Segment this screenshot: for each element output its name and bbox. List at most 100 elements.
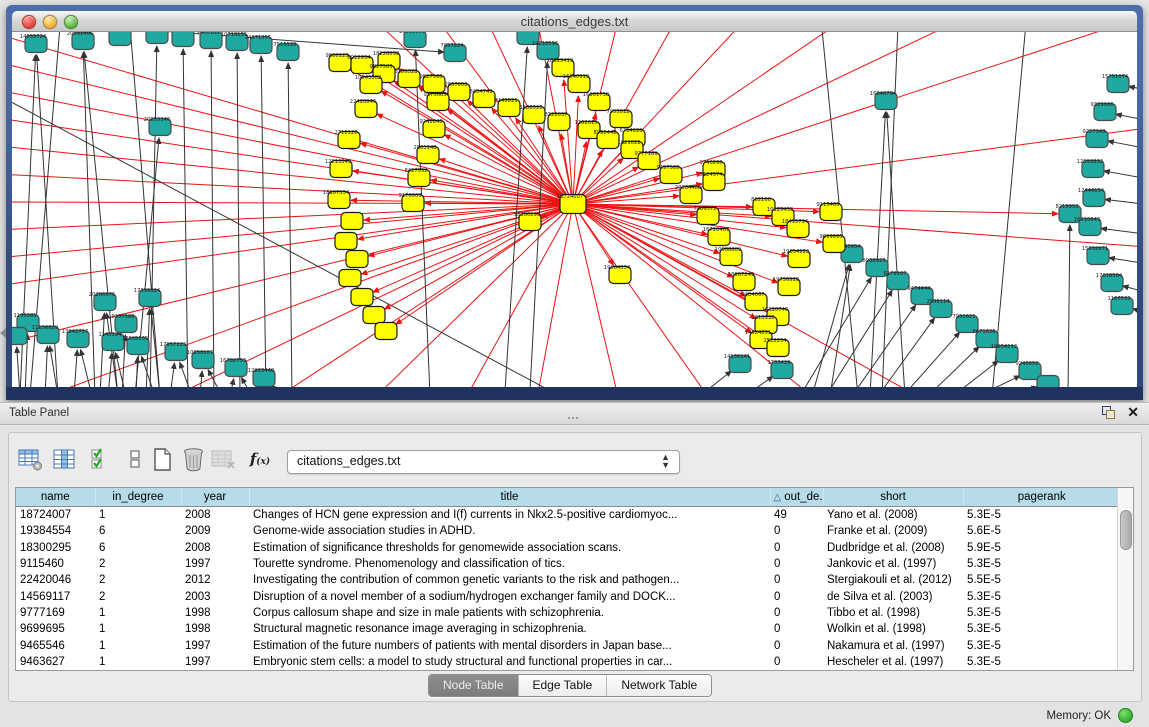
- table-cell[interactable]: Tibbo et al. (1998): [823, 605, 963, 621]
- table-cell[interactable]: Nakamura et al. (1997): [823, 637, 963, 653]
- table-cell[interactable]: Changes of HCN gene expression and I(f) …: [249, 507, 770, 524]
- table-panel-header[interactable]: Table Panel ✕: [0, 402, 1149, 425]
- table-cell[interactable]: de Silva et al. (2003): [823, 588, 963, 604]
- graph-node[interactable]: [351, 289, 373, 306]
- table-cell[interactable]: 1: [95, 507, 181, 524]
- function-builder-icon[interactable]: f(x): [246, 445, 274, 473]
- table-cell[interactable]: 0: [770, 572, 823, 588]
- table-cell[interactable]: 19384554: [16, 523, 95, 539]
- table-cell[interactable]: Estimation of the future numbers of pati…: [249, 637, 770, 653]
- table-cell[interactable]: 1998: [181, 605, 249, 621]
- table-cell[interactable]: 18724007: [16, 507, 95, 524]
- network-window-titlebar[interactable]: citations_edges.txt: [12, 11, 1137, 32]
- table-cell[interactable]: 0: [770, 637, 823, 653]
- table-cell[interactable]: 5.9E-5: [963, 540, 1120, 556]
- table-row[interactable]: 1872400712008Changes of HCN gene express…: [16, 507, 1120, 524]
- column-header-out-de-[interactable]: △out_de...: [770, 488, 823, 507]
- delete-column-icon[interactable]: [179, 445, 207, 473]
- table-cell[interactable]: 0: [770, 605, 823, 621]
- table-cell[interactable]: 5.3E-5: [963, 621, 1120, 637]
- table-cell[interactable]: 49: [770, 507, 823, 524]
- table-cell[interactable]: 0: [770, 621, 823, 637]
- table-cell[interactable]: 14569117: [16, 588, 95, 604]
- column-header-in-degree[interactable]: in_degree: [95, 488, 181, 507]
- table-row[interactable]: 946362711997Embryonic stem cells: a mode…: [16, 654, 1120, 670]
- table-cell[interactable]: 22420046: [16, 572, 95, 588]
- graph-node[interactable]: [341, 213, 363, 230]
- table-row[interactable]: 911546021997Tourette syndrome. Phenomeno…: [16, 556, 1120, 572]
- memory-status-icon[interactable]: [1118, 708, 1133, 723]
- column-header-year[interactable]: year: [181, 488, 249, 507]
- table-cell[interactable]: Yano et al. (2008): [823, 507, 963, 524]
- splitter-collapse-icon[interactable]: [0, 328, 6, 338]
- table-cell[interactable]: 9463627: [16, 654, 95, 670]
- network-canvas[interactable]: 1405572420691406106532871527602946616010…: [12, 32, 1137, 387]
- table-cell[interactable]: 0: [770, 556, 823, 572]
- table-cell[interactable]: 6: [95, 540, 181, 556]
- table-cell[interactable]: Franke et al. (2009): [823, 523, 963, 539]
- table-cell[interactable]: 9115460: [16, 556, 95, 572]
- table-cell[interactable]: 5.3E-5: [963, 507, 1120, 524]
- table-row[interactable]: 946554611997Estimation of the future num…: [16, 637, 1120, 653]
- graph-node[interactable]: [339, 270, 361, 287]
- clear-selection-icon[interactable]: [121, 445, 149, 473]
- graph-node[interactable]: [335, 233, 357, 250]
- table-cell[interactable]: 2009: [181, 523, 249, 539]
- table-cell[interactable]: 2: [95, 572, 181, 588]
- tab-network-table[interactable]: Network Table: [607, 675, 711, 696]
- table-cell[interactable]: 2: [95, 588, 181, 604]
- column-header-name[interactable]: name: [16, 488, 95, 507]
- table-cell[interactable]: 9699695: [16, 621, 95, 637]
- table-cell[interactable]: 9777169: [16, 605, 95, 621]
- table-cell[interactable]: 1997: [181, 637, 249, 653]
- table-cell[interactable]: 1997: [181, 654, 249, 670]
- table-cell[interactable]: 2012: [181, 572, 249, 588]
- table-cell[interactable]: Estimation of significance thresholds fo…: [249, 540, 770, 556]
- table-cell[interactable]: Tourette syndrome. Phenomenology and cla…: [249, 556, 770, 572]
- table-selector-dropdown[interactable]: citations_edges.txt ▲▼: [287, 450, 680, 474]
- table-cell[interactable]: 6: [95, 523, 181, 539]
- table-scrollbar[interactable]: [1117, 488, 1133, 670]
- node-table[interactable]: namein_degreeyeartitle△out_de...shortpag…: [15, 487, 1134, 671]
- tab-node-table[interactable]: Node Table: [429, 675, 519, 696]
- splitter-grip[interactable]: [567, 416, 579, 421]
- table-row[interactable]: 1938455462009Genome-wide association stu…: [16, 523, 1120, 539]
- table-row[interactable]: 977716911998Corpus callosum shape and si…: [16, 605, 1120, 621]
- table-cell[interactable]: 2008: [181, 507, 249, 524]
- tab-edge-table[interactable]: Edge Table: [519, 675, 608, 696]
- graph-node[interactable]: [12, 328, 27, 345]
- graph-node[interactable]: [172, 32, 194, 47]
- table-cell[interactable]: Embryonic stem cells: a model to study s…: [249, 654, 770, 670]
- table-cell[interactable]: 1998: [181, 621, 249, 637]
- graph-node[interactable]: [375, 323, 397, 340]
- table-cell[interactable]: 1: [95, 654, 181, 670]
- graph-node[interactable]: [346, 251, 368, 268]
- table-row[interactable]: 1456911722003Disruption of a novel membe…: [16, 588, 1120, 604]
- graph-node[interactable]: [146, 32, 168, 44]
- table-cell[interactable]: 2008: [181, 540, 249, 556]
- table-cell[interactable]: Disruption of a novel member of a sodium…: [249, 588, 770, 604]
- table-cell[interactable]: Wolkin et al. (1998): [823, 621, 963, 637]
- table-cell[interactable]: Corpus callosum shape and size in male p…: [249, 605, 770, 621]
- table-cell[interactable]: Stergiakouli et al. (2012): [823, 572, 963, 588]
- table-row[interactable]: 1830029562008Estimation of significance …: [16, 540, 1120, 556]
- table-cell[interactable]: 2003: [181, 588, 249, 604]
- column-header-pagerank[interactable]: pagerank: [963, 488, 1120, 507]
- table-cell[interactable]: 0: [770, 523, 823, 539]
- close-panel-icon[interactable]: ✕: [1127, 406, 1139, 419]
- table-row[interactable]: 969969511998Structural magnetic resonanc…: [16, 621, 1120, 637]
- table-cell[interactable]: Dudbridge et al. (2008): [823, 540, 963, 556]
- table-cell[interactable]: Genome-wide association studies in ADHD.: [249, 523, 770, 539]
- table-mode-icon[interactable]: [16, 445, 44, 473]
- column-header-short[interactable]: short: [823, 488, 963, 507]
- table-cell[interactable]: 5.5E-5: [963, 572, 1120, 588]
- table-cell[interactable]: Structural magnetic resonance image aver…: [249, 621, 770, 637]
- table-cell[interactable]: 1: [95, 621, 181, 637]
- table-cell[interactable]: 18300295: [16, 540, 95, 556]
- table-cell[interactable]: 5.3E-5: [963, 654, 1120, 670]
- select-all-icon[interactable]: [87, 445, 115, 473]
- table-cell[interactable]: Investigating the contribution of common…: [249, 572, 770, 588]
- table-cell[interactable]: Hescheler et al. (1997): [823, 654, 963, 670]
- table-cell[interactable]: 1: [95, 605, 181, 621]
- table-cell[interactable]: 1: [95, 637, 181, 653]
